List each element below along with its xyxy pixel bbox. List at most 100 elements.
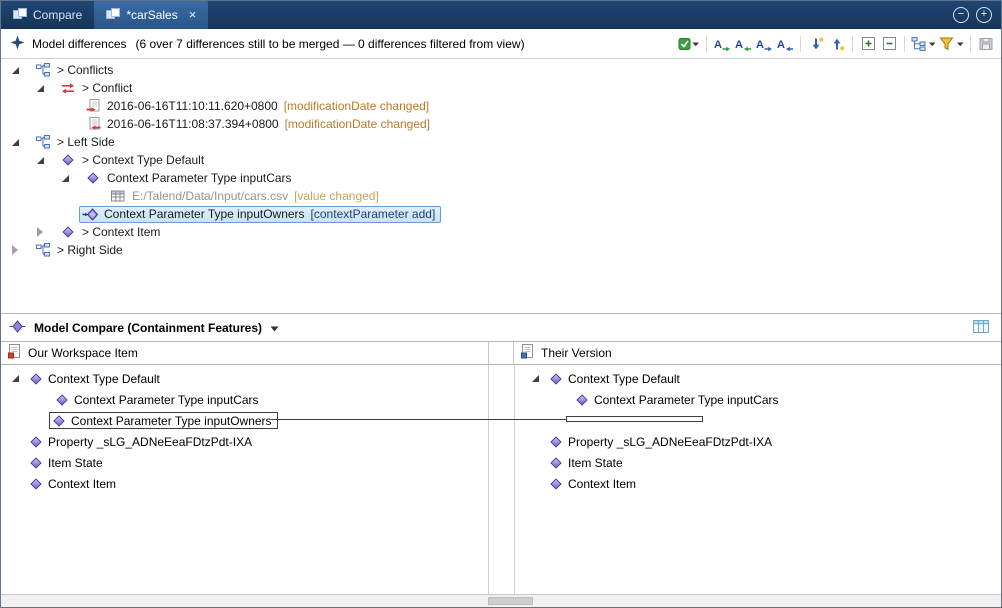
expander-slot xyxy=(59,208,71,220)
tree-row-conflict[interactable]: > Conflict xyxy=(1,79,1001,97)
layout-grid-icon[interactable] xyxy=(973,320,989,338)
toolbar-separator xyxy=(904,36,905,52)
tree-row[interactable]: Context Item xyxy=(515,473,1001,494)
tree-row-cars-csv[interactable]: E:/Talend/Data/Input/cars.csv [value cha… xyxy=(1,187,1001,205)
expand-all-icon[interactable] xyxy=(859,34,877,54)
scrollbar-thumb[interactable] xyxy=(488,597,533,605)
merge-a-left-icon[interactable]: A xyxy=(734,34,752,54)
tree-row-label: > Conflicts xyxy=(57,63,113,77)
close-tab-icon[interactable]: × xyxy=(189,10,197,20)
tree-row-label: Property _sLG_ADNeEeaFDtzPdt-IXA xyxy=(48,435,252,449)
expander-expanded-icon[interactable] xyxy=(34,154,46,166)
tree-row-input-cars[interactable]: Context Parameter Type inputCars xyxy=(1,169,1001,187)
matched-node-box[interactable]: Context Parameter Type inputOwners xyxy=(49,412,278,429)
gutter-left-border xyxy=(488,365,489,594)
remote-item-icon xyxy=(521,344,534,362)
tree-row-label: Context Parameter Type inputCars xyxy=(107,171,292,185)
save-icon[interactable] xyxy=(977,34,995,54)
expander-slot xyxy=(59,118,71,130)
tree-row[interactable]: Property _sLG_ADNeEeaFDtzPdt-IXA xyxy=(515,431,1001,452)
tree-row-label: Context Type Default xyxy=(48,372,160,386)
expander-collapsed-icon[interactable] xyxy=(34,226,46,238)
toolbar-separator xyxy=(706,36,707,52)
tree-row-change-2[interactable]: 2016-06-16T11:08:37.394+0800 [modificati… xyxy=(1,115,1001,133)
tree-row-change-1[interactable]: 2016-06-16T11:10:11.620+0800 [modificati… xyxy=(1,97,1001,115)
left-compare-tree: Context Type Default Context Parameter T… xyxy=(1,365,488,594)
tree-row[interactable]: Context Type Default xyxy=(1,368,488,389)
diamond-icon xyxy=(60,224,76,240)
expander-expanded-icon[interactable] xyxy=(9,373,21,385)
tree-row-context-type-default[interactable]: > Context Type Default xyxy=(1,151,1001,169)
tree-row[interactable]: Context Item xyxy=(1,473,488,494)
compare-viewer-title: Model Compare (Containment Features) xyxy=(34,321,262,335)
window-controls: − + xyxy=(953,7,992,23)
previous-difference-icon[interactable] xyxy=(828,34,846,54)
expander-slot xyxy=(555,394,567,406)
expander-slot xyxy=(84,190,96,202)
tree-row-label: Item State xyxy=(568,456,623,470)
diamond-icon xyxy=(85,170,101,186)
collapse-all-icon[interactable] xyxy=(880,34,898,54)
expander-expanded-icon[interactable] xyxy=(59,172,71,184)
toolbar-separator xyxy=(800,36,801,52)
tree-row[interactable]: Context Parameter Type inputOwners xyxy=(1,410,488,431)
tree-row[interactable]: Context Parameter Type inputCars xyxy=(1,389,488,410)
expander-slot xyxy=(9,457,21,469)
tab-carsales[interactable]: *carSales × xyxy=(94,1,208,29)
left-column-header: Our Workspace Item xyxy=(1,342,488,364)
change-annotation: [modificationDate changed] xyxy=(285,117,430,131)
differences-toolbar: Model differences (6 over 7 differences … xyxy=(1,29,1001,59)
diamond-icon xyxy=(549,372,563,386)
expander-expanded-icon[interactable] xyxy=(529,373,541,385)
merge-all-a-left-icon[interactable]: A xyxy=(776,34,794,54)
tree-row-label: 2016-06-16T11:08:37.394+0800 xyxy=(107,117,279,131)
svg-text:A: A xyxy=(735,39,743,51)
diamond-icon xyxy=(575,393,589,407)
compare-editor-icon xyxy=(13,8,27,23)
next-difference-icon[interactable] xyxy=(807,34,825,54)
compare-editor-icon xyxy=(106,8,120,23)
compare-viewer-header: Model Compare (Containment Features) xyxy=(1,314,1001,341)
expander-slot xyxy=(35,394,47,406)
tree-row-label: Context Type Default xyxy=(568,372,680,386)
horizontal-scrollbar[interactable] xyxy=(1,594,1001,607)
tree-row-right-side[interactable]: > Right Side xyxy=(1,241,1001,259)
tree-row[interactable]: Context Type Default xyxy=(515,368,1001,389)
merge-a-right-icon[interactable]: A xyxy=(713,34,731,54)
compare-body: Context Type Default Context Parameter T… xyxy=(1,365,1001,594)
chevron-down-icon[interactable] xyxy=(270,321,279,335)
diamond-icon xyxy=(55,393,69,407)
tree-row[interactable]: Item State xyxy=(1,452,488,473)
maximize-button[interactable]: + xyxy=(976,7,992,23)
selected-node[interactable]: Context Parameter Type inputOwners [cont… xyxy=(79,206,441,223)
tree-row-input-owners[interactable]: Context Parameter Type inputOwners [cont… xyxy=(1,205,1001,223)
model-compare-icon xyxy=(9,320,26,336)
tree-row-context-item[interactable]: > Context Item xyxy=(1,223,1001,241)
accept-filter-dropdown-icon[interactable] xyxy=(678,34,700,54)
tree-row-label: Context Parameter Type inputCars xyxy=(594,393,779,407)
expander-slot xyxy=(35,415,47,427)
tree-row-label: Context Parameter Type inputOwners xyxy=(71,414,272,428)
tree-row-label: > Left Side xyxy=(57,135,115,149)
tree-row-left-side[interactable]: > Left Side xyxy=(1,133,1001,151)
differences-summary: Model differences (6 over 7 differences … xyxy=(10,29,525,58)
filters-dropdown-icon[interactable] xyxy=(939,34,964,54)
tree-row-label: > Right Side xyxy=(57,243,123,257)
tree-row-conflicts[interactable]: > Conflicts xyxy=(1,61,1001,79)
tab-compare[interactable]: Compare xyxy=(1,1,94,29)
grouping-dropdown-icon[interactable] xyxy=(911,34,936,54)
tree-row[interactable]: Context Parameter Type inputCars xyxy=(515,389,1001,410)
toolbar-summary: (6 over 7 differences still to be merged… xyxy=(136,37,525,51)
expander-expanded-icon[interactable] xyxy=(9,64,21,76)
tab-label: *carSales xyxy=(126,8,177,22)
expander-collapsed-icon[interactable] xyxy=(9,244,21,256)
tree-row[interactable]: Item State xyxy=(515,452,1001,473)
insertion-placeholder xyxy=(566,416,703,422)
tree-row[interactable]: Property _sLG_ADNeEeaFDtzPdt-IXA xyxy=(1,431,488,452)
merge-all-a-right-icon[interactable]: A xyxy=(755,34,773,54)
minimize-button[interactable]: − xyxy=(953,7,969,23)
expander-expanded-icon[interactable] xyxy=(9,136,21,148)
right-compare-tree: Context Type Default Context Parameter T… xyxy=(515,365,1001,594)
expander-expanded-icon[interactable] xyxy=(34,82,46,94)
toolbar-separator xyxy=(852,36,853,52)
